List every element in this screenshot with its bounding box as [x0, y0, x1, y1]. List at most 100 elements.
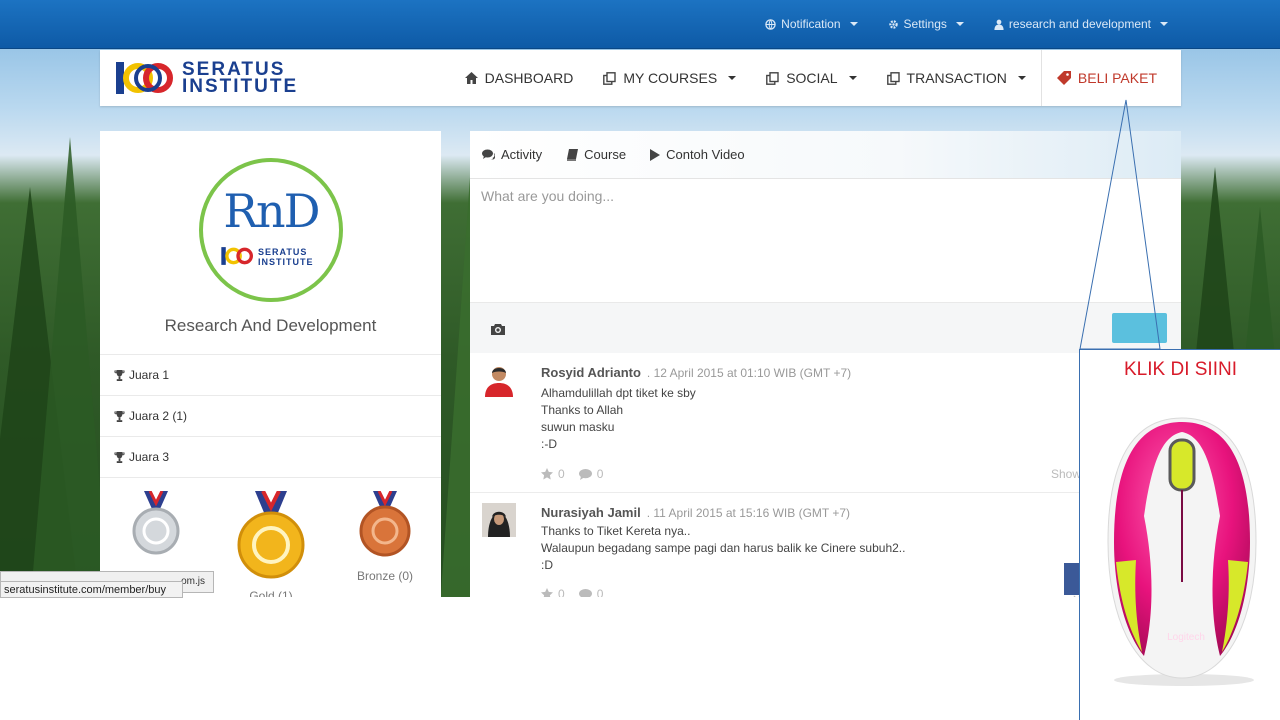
trophy-icon — [114, 451, 125, 463]
chevron-down-icon — [849, 22, 858, 26]
post-line: suwun masku — [541, 420, 615, 434]
post-actions: 0 0 — [541, 467, 603, 481]
tab-course[interactable]: Course — [566, 147, 626, 162]
nav-my-courses-label: MY COURSES — [623, 70, 718, 86]
tab-course-label: Course — [584, 147, 627, 162]
post-line: Thanks to Allah — [541, 403, 624, 417]
post-time: . 11 April 2015 at 15:16 WIB (GMT +7) — [646, 506, 851, 520]
post-author[interactable]: Rosyid Adrianto — [541, 365, 641, 380]
rank-item[interactable]: Juara 2 (1) — [100, 395, 441, 436]
like-count: 0 — [558, 467, 565, 481]
post-header: Nurasiyah Jamil . 11 April 2015 at 15:16 … — [541, 505, 850, 520]
profile-name: Research And Development — [164, 316, 377, 335]
copy-icon — [766, 71, 779, 85]
feed-tabs: Activity Course Contoh Video — [470, 131, 1181, 179]
comment-button[interactable]: 0 — [578, 467, 603, 481]
nav-transaction-label: TRANSACTION — [906, 70, 1007, 86]
trophy-icon — [114, 410, 125, 422]
book-icon — [567, 148, 579, 161]
chevron-down-icon — [728, 76, 737, 80]
nav-beli-paket-label: BELI PAKET — [1077, 70, 1157, 86]
nav-beli-paket[interactable]: BELI PAKET — [1040, 50, 1181, 106]
brand-logo[interactable]: SERATUS INSTITUTE — [116, 60, 298, 96]
silver-medal-icon — [132, 490, 180, 555]
seratus-logo-icon — [116, 62, 173, 94]
nav-dashboard[interactable]: DASHBOARD — [450, 50, 589, 106]
camera-icon[interactable] — [491, 323, 505, 335]
chevron-down-icon — [1017, 76, 1026, 80]
tab-activity[interactable]: Activity — [482, 147, 542, 162]
tab-contoh-video-label: Contoh Video — [666, 147, 745, 162]
settings-label: Settings — [903, 17, 947, 31]
rnd-logo-subtitle: SERATUS INSTITUTE — [258, 247, 314, 267]
click-here-callout: KLIK DI SIINI Logitech — [1079, 349, 1280, 720]
profile-panel: RnD SERATUS INSTITUTE Research And Devel… — [100, 131, 441, 597]
post-header: Rosyid Adrianto . 12 April 2015 at 01:10 … — [541, 365, 851, 380]
post-button[interactable] — [1112, 313, 1167, 343]
callout-label: KLIK DI SIINI — [1124, 359, 1237, 380]
post-body: Thanks to Tiket Kereta nya.. Walaupun be… — [541, 523, 905, 574]
activity-feed-panel: Activity Course Contoh Video Rosyid Adri… — [470, 131, 1181, 597]
post-body: Alhamdulillah dpt tiket ke sby Thanks to… — [541, 385, 696, 453]
tab-contoh-video[interactable]: Contoh Video — [650, 147, 745, 162]
copy-icon — [603, 71, 617, 85]
post-author[interactable]: Nurasiyah Jamil — [541, 505, 641, 520]
show-comments-link[interactable]: Show — [1051, 467, 1081, 481]
nav-my-courses[interactable]: MY COURSES — [588, 50, 751, 106]
notification-label: Notification — [781, 17, 841, 31]
comments-icon — [482, 149, 495, 160]
comment-button[interactable]: 0 — [578, 587, 604, 597]
silver-medal — [130, 490, 182, 562]
feed-post: Rosyid Adrianto . 12 April 2015 at 01:10 … — [470, 353, 1181, 493]
tag-icon — [1056, 71, 1071, 85]
rnd-logo-text: RnD — [223, 184, 320, 238]
nav-transaction[interactable]: TRANSACTION — [872, 50, 1041, 106]
bronze-medal: Bronze (0) — [350, 490, 420, 583]
brand-line-2: INSTITUTE — [182, 76, 299, 97]
globe-icon — [765, 18, 776, 30]
post-line: :-D — [541, 437, 557, 451]
link-status-tooltip: om.js seratusinstitute.com/member/buy — [0, 571, 214, 598]
seratus-logo-icon — [221, 247, 254, 265]
gear-icon — [888, 19, 898, 29]
gold-medal-icon — [237, 490, 305, 579]
mouse-icon — [1107, 417, 1257, 686]
mouse-brand-label: Logitech — [1167, 632, 1205, 643]
bronze-medal-label: Bronze (0) — [356, 569, 414, 583]
comment-count: 0 — [596, 587, 604, 597]
post-actions: 0 0 — [541, 587, 603, 597]
user-avatar-icon[interactable] — [482, 503, 516, 537]
comment-icon — [578, 588, 592, 597]
like-button[interactable]: 0 — [541, 467, 565, 481]
nav-dashboard-label: DASHBOARD — [484, 70, 574, 86]
notification-menu[interactable]: Notification — [765, 17, 858, 31]
nav-social[interactable]: SOCIAL — [751, 50, 871, 106]
copy-icon — [886, 71, 900, 85]
bronze-medal-icon — [359, 490, 411, 557]
chevron-down-icon — [1160, 22, 1168, 26]
main-navbar: SERATUS INSTITUTE DASHBOARD MY COURSES S… — [100, 50, 1181, 106]
top-bar: Notification Settings research and devel… — [0, 0, 1280, 49]
star-icon — [541, 588, 553, 597]
chevron-down-icon — [955, 22, 964, 26]
user-icon — [994, 19, 1004, 30]
user-menu[interactable]: research and development — [994, 17, 1168, 31]
post-line: Thanks to Tiket Kereta nya.. — [541, 524, 691, 538]
feed-post: Nurasiyah Jamil . 11 April 2015 at 15:16 … — [470, 493, 1181, 597]
user-label: research and development — [1008, 17, 1151, 31]
post-time: . 12 April 2015 at 01:10 WIB (GMT +7) — [646, 366, 852, 380]
like-button[interactable]: 0 — [541, 587, 565, 597]
settings-menu[interactable]: Settings — [888, 17, 964, 31]
like-count: 0 — [558, 587, 565, 597]
gold-medal: Gold (1) — [236, 490, 306, 597]
status-input[interactable] — [470, 180, 1181, 302]
gold-medal-label: Gold (1) — [249, 589, 293, 597]
rank-item[interactable]: Juara 3 — [100, 436, 441, 477]
user-avatar-icon[interactable] — [482, 363, 516, 397]
post-line: Walaupun begadang sampe pagi dan harus b… — [541, 541, 906, 555]
tab-activity-label: Activity — [501, 147, 543, 162]
chevron-down-icon — [848, 76, 857, 80]
rank-item[interactable]: Juara 1 — [100, 354, 441, 395]
post-line: Alhamdulillah dpt tiket ke sby — [541, 386, 696, 400]
star-icon — [541, 468, 553, 480]
